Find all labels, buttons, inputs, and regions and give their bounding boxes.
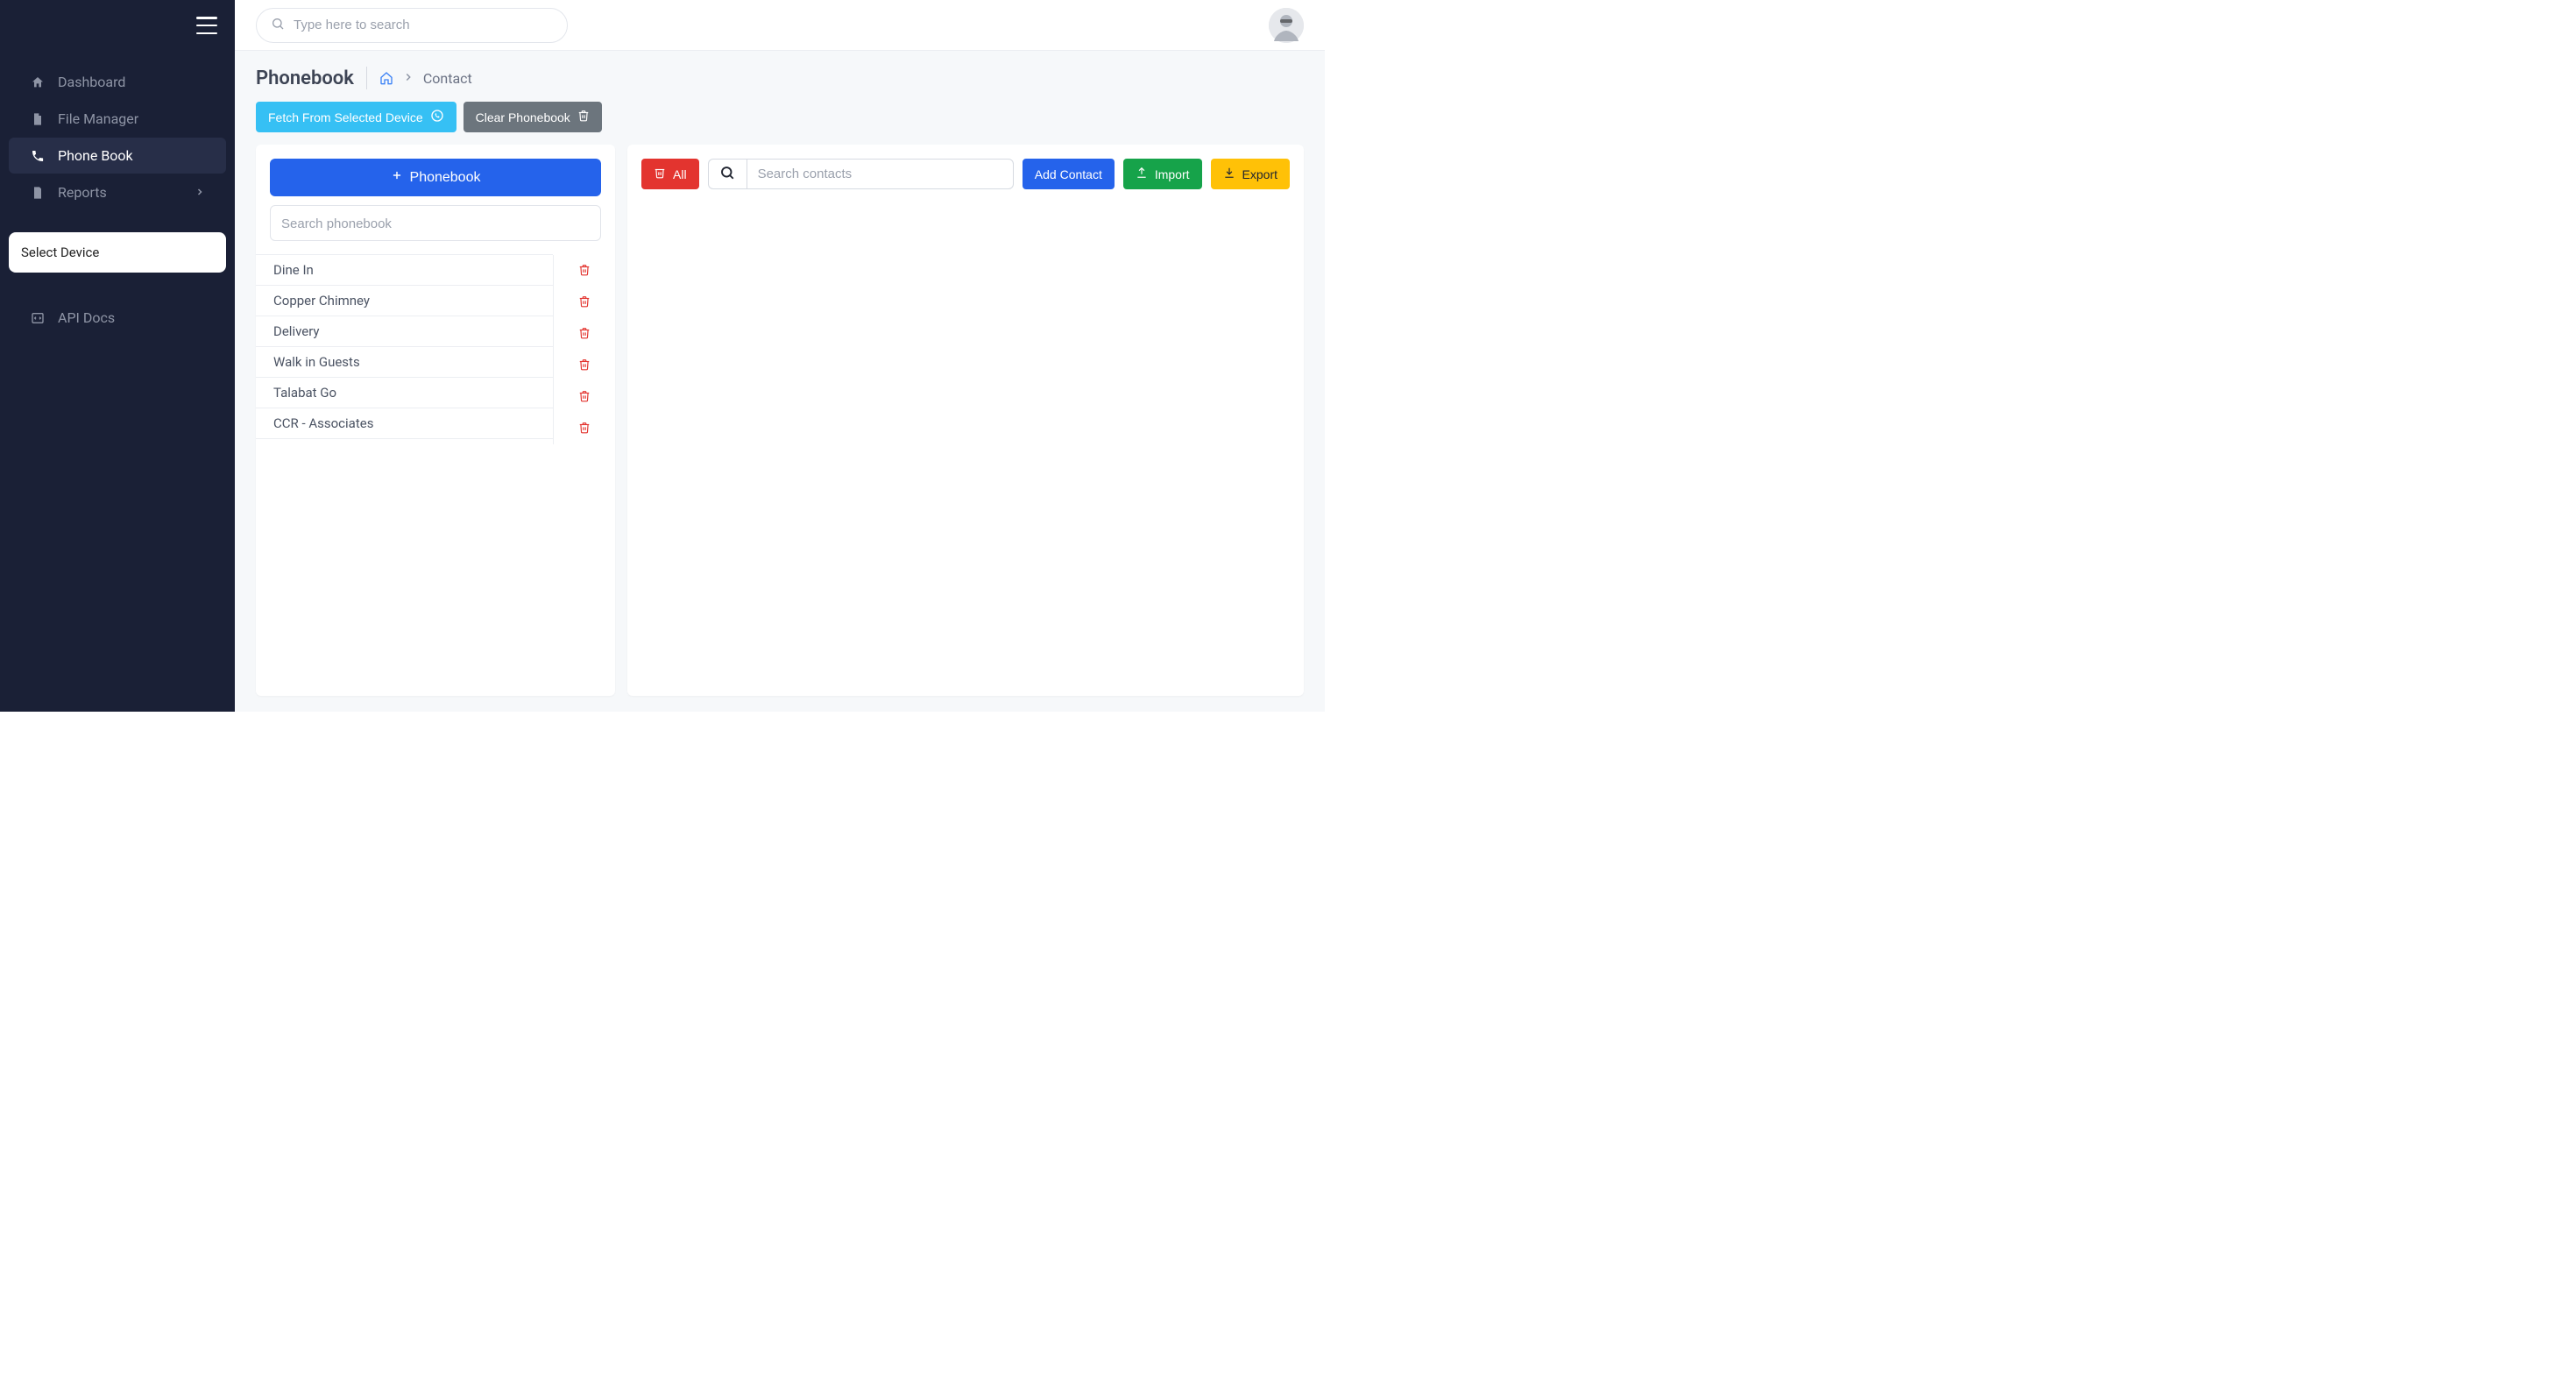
sidebar-top — [0, 0, 235, 51]
plus-icon — [391, 169, 403, 186]
sidebar-item-api-docs[interactable]: API Docs — [9, 300, 226, 336]
global-search[interactable] — [256, 8, 568, 43]
phonebook-row[interactable]: CCR - Associates — [256, 408, 553, 439]
clear-phonebook-button[interactable]: Clear Phonebook — [464, 102, 602, 132]
chevron-right-icon — [402, 70, 414, 87]
home-icon[interactable] — [379, 71, 393, 85]
sidebar-item-dashboard[interactable]: Dashboard — [9, 64, 226, 100]
contacts-search-group — [708, 159, 1014, 189]
page-title: Phonebook — [256, 67, 354, 89]
breadcrumb: Contact — [379, 70, 472, 87]
select-device-label: Select Device — [21, 245, 99, 260]
trash-icon — [578, 358, 591, 374]
contacts-toolbar: All Add Contact — [641, 159, 1290, 189]
sidebar-item-label: File Manager — [58, 110, 205, 127]
delete-phonebook-button[interactable] — [554, 350, 615, 381]
chevron-right-icon — [195, 184, 205, 201]
sidebar-item-label: Reports — [58, 184, 182, 201]
sidebar-item-label: Phone Book — [58, 147, 205, 164]
phonebook-search-input[interactable] — [281, 216, 590, 231]
button-label: Clear Phonebook — [476, 110, 570, 124]
delete-phonebook-button[interactable] — [554, 381, 615, 413]
delete-phonebook-button[interactable] — [554, 287, 615, 318]
menu-toggle-icon[interactable] — [196, 17, 217, 34]
phonebook-list: Dine InCopper ChimneyDeliveryWalk in Gue… — [256, 255, 615, 444]
contacts-search-input[interactable] — [747, 159, 1014, 189]
phonebook-row[interactable]: Walk in Guests — [256, 346, 553, 378]
home-icon — [30, 74, 46, 90]
sidebar-item-file-manager[interactable]: File Manager — [9, 101, 226, 137]
phone-icon — [30, 148, 46, 164]
delete-phonebook-button[interactable] — [554, 413, 615, 444]
button-label: All — [673, 167, 687, 181]
search-icon — [719, 165, 735, 184]
trash-icon — [578, 389, 591, 406]
download-icon — [1223, 167, 1235, 181]
sidebar-item-phone-book[interactable]: Phone Book — [9, 138, 226, 174]
avatar[interactable] — [1269, 8, 1304, 43]
page-header: Phonebook Contact — [256, 67, 1304, 89]
trash-icon — [578, 263, 591, 280]
trash-icon — [578, 326, 591, 343]
breadcrumb-current: Contact — [423, 70, 472, 87]
sidebar-item-label: Dashboard — [58, 74, 205, 90]
button-label: Export — [1242, 167, 1277, 181]
divider — [366, 67, 367, 89]
search-icon — [271, 17, 285, 34]
report-icon — [30, 185, 46, 201]
whatsapp-icon — [430, 109, 444, 125]
phonebook-row[interactable]: Delivery — [256, 316, 553, 347]
file-icon — [30, 111, 46, 127]
fetch-from-device-button[interactable]: Fetch From Selected Device — [256, 102, 456, 132]
delete-all-button[interactable]: All — [641, 159, 699, 189]
export-button[interactable]: Export — [1211, 159, 1290, 189]
add-phonebook-button[interactable]: Phonebook — [270, 159, 601, 196]
contacts-panel: All Add Contact — [627, 145, 1304, 696]
trash-icon — [654, 167, 666, 181]
phonebook-row[interactable]: Copper Chimney — [256, 285, 553, 316]
sidebar-item-reports[interactable]: Reports — [9, 174, 226, 210]
search-icon-box — [708, 159, 747, 189]
page-actions: Fetch From Selected Device Clear Phonebo… — [256, 102, 1304, 132]
delete-phonebook-button[interactable] — [554, 318, 615, 350]
sidebar-menu: Dashboard File Manager Phone Book Report… — [0, 51, 235, 223]
button-label: Phonebook — [410, 170, 481, 186]
add-contact-button[interactable]: Add Contact — [1023, 159, 1115, 189]
trash-icon — [578, 294, 591, 311]
button-label: Import — [1155, 167, 1190, 181]
button-label: Fetch From Selected Device — [268, 110, 423, 124]
code-icon — [30, 310, 46, 326]
trash-icon — [578, 421, 591, 437]
page: Phonebook Contact Fetch From Selected De… — [235, 51, 1325, 712]
phonebook-row[interactable]: Talabat Go — [256, 377, 553, 408]
content: Phonebook Dine InCopper ChimneyDeliveryW… — [256, 145, 1304, 696]
phonebook-row[interactable]: Dine In — [256, 254, 553, 286]
topbar — [235, 0, 1325, 51]
phonebook-panel: Phonebook Dine InCopper ChimneyDeliveryW… — [256, 145, 615, 696]
delete-phonebook-button[interactable] — [554, 255, 615, 287]
global-search-input[interactable] — [294, 18, 553, 32]
main: Phonebook Contact Fetch From Selected De… — [235, 0, 1325, 712]
upload-icon — [1136, 167, 1148, 181]
import-button[interactable]: Import — [1123, 159, 1202, 189]
trash-icon — [577, 110, 590, 124]
sidebar: Dashboard File Manager Phone Book Report… — [0, 0, 235, 712]
select-device-dropdown[interactable]: Select Device — [9, 232, 226, 273]
phonebook-search[interactable] — [270, 205, 601, 241]
sidebar-item-label: API Docs — [58, 309, 205, 326]
button-label: Add Contact — [1035, 167, 1102, 181]
